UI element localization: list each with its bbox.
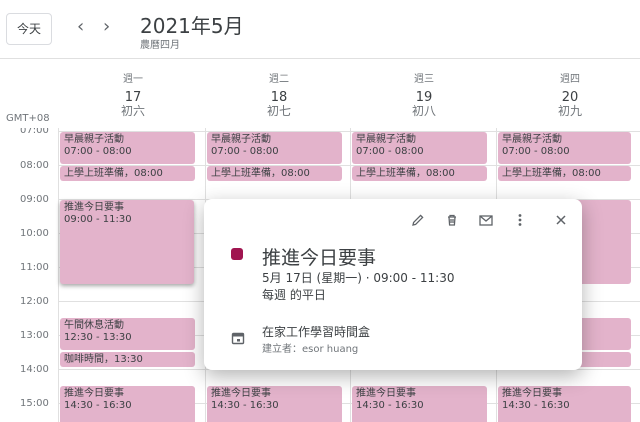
event-title: 推進今日要事 xyxy=(502,388,562,399)
event-early-activity[interactable]: 早晨親子活動 07:00 - 08:00 xyxy=(498,132,631,164)
day-header-mon[interactable]: 週一 17 初六 xyxy=(60,70,206,118)
day-number[interactable]: 17 xyxy=(60,91,206,104)
column-divider xyxy=(58,128,59,422)
event-title: 早晨親子活動 xyxy=(211,134,271,145)
event-promote-selected[interactable]: 推進今日要事 09:00 - 11:30 xyxy=(60,200,194,284)
lunar-date: 初七 xyxy=(266,104,291,118)
day-number[interactable]: 18 xyxy=(206,91,352,104)
event-title: 早晨親子活動 xyxy=(64,134,124,145)
event-time: 14:30 - 16:30 xyxy=(64,400,132,411)
chevron-right-icon[interactable]: › xyxy=(103,17,110,37)
event-time: 12:30 - 13:30 xyxy=(64,332,132,343)
event-time: 09:00 - 11:30 xyxy=(64,214,132,225)
event-time: 14:30 - 16:30 xyxy=(356,400,424,411)
event-color-swatch xyxy=(231,248,243,260)
event-afternoon[interactable]: 推進今日要事 14:30 - 16:30 xyxy=(207,386,342,422)
event-recurrence: 每週 的平日 xyxy=(262,288,326,302)
event-coffee[interactable]: 咖啡時間，13:30 xyxy=(60,352,195,367)
weekday-label: 週三 xyxy=(414,74,434,85)
day-number[interactable]: 19 xyxy=(351,91,497,104)
hour-label: 07:00 xyxy=(20,128,49,136)
weekday-label: 週二 xyxy=(269,74,289,85)
lunar-date: 初六 xyxy=(120,104,145,118)
toolbar: 今天 ‹ › 2021年5月 農曆四月 xyxy=(0,0,640,59)
event-title: 推進今日要事 xyxy=(211,388,271,399)
event-time: 07:00 - 08:00 xyxy=(356,146,424,157)
event-time: 14:30 - 16:30 xyxy=(211,400,279,411)
day-header-wed[interactable]: 週三 19 初八 xyxy=(351,70,497,118)
hour-label: 14:00 xyxy=(20,364,49,375)
event-early-activity[interactable]: 早晨親子活動 07:00 - 08:00 xyxy=(352,132,487,164)
event-title: 推進今日要事 xyxy=(356,388,416,399)
event-title: 推進今日要事 xyxy=(64,388,124,399)
today-button[interactable]: 今天 xyxy=(6,13,52,45)
event-prep[interactable]: 上學上班準備，08:00 xyxy=(207,166,342,181)
calendar-name: 在家工作學習時間盒 xyxy=(262,325,371,339)
hour-label: 08:00 xyxy=(20,160,49,171)
event-early-activity[interactable]: 早晨親子活動 07:00 - 08:00 xyxy=(207,132,342,164)
more-icon[interactable] xyxy=(512,212,528,228)
event-creator: 建立者：esor huang xyxy=(262,344,359,355)
lunar-date: 初九 xyxy=(557,104,582,118)
weekday-label: 週四 xyxy=(560,74,580,85)
event-time: 07:00 - 08:00 xyxy=(211,146,279,157)
event-prep[interactable]: 上學上班準備，08:00 xyxy=(498,166,631,181)
hour-label: 15:00 xyxy=(20,398,49,409)
delete-icon[interactable] xyxy=(444,212,460,228)
event-lunch[interactable]: 午間休息活動 12:30 - 13:30 xyxy=(60,318,195,350)
event-early-activity[interactable]: 早晨親子活動 07:00 - 08:00 xyxy=(60,132,195,164)
event-time: 14:30 - 16:30 xyxy=(502,400,570,411)
hour-label: 13:00 xyxy=(20,330,49,341)
event-time: 07:00 - 08:00 xyxy=(502,146,570,157)
page-title: 2021年5月 xyxy=(140,14,244,38)
chevron-left-icon[interactable]: ‹ xyxy=(77,17,84,37)
event-afternoon[interactable]: 推進今日要事 14:30 - 16:30 xyxy=(352,386,487,422)
event-title: 早晨親子活動 xyxy=(502,134,562,145)
hour-label: 12:00 xyxy=(20,296,49,307)
event-datetime: 5月 17日 (星期一) · 09:00 - 11:30 xyxy=(262,271,455,285)
day-header-thu[interactable]: 週四 20 初九 xyxy=(497,70,640,118)
lunar-month: 農曆四月 xyxy=(140,40,180,51)
hour-label: 10:00 xyxy=(20,228,49,239)
edit-icon[interactable] xyxy=(410,212,426,228)
event-title: 午間休息活動 xyxy=(64,320,124,331)
event-afternoon[interactable]: 推進今日要事 14:30 - 16:30 xyxy=(498,386,631,422)
calendar-icon xyxy=(231,330,245,345)
event-prep[interactable]: 上學上班準備，08:00 xyxy=(60,166,195,181)
event-prep[interactable]: 上學上班準備，08:00 xyxy=(352,166,487,181)
hour-label: 09:00 xyxy=(20,194,49,205)
event-time: 07:00 - 08:00 xyxy=(64,146,132,157)
lunar-date: 初八 xyxy=(411,104,436,118)
weekday-label: 週一 xyxy=(123,74,143,85)
event-afternoon[interactable]: 推進今日要事 14:30 - 16:30 xyxy=(60,386,195,422)
event-title: 早晨親子活動 xyxy=(356,134,416,145)
event-title: 推進今日要事 xyxy=(262,247,377,269)
day-number[interactable]: 20 xyxy=(497,91,640,104)
event-detail-popup: 推進今日要事 5月 17日 (星期一) · 09:00 - 11:30 每週 的… xyxy=(204,199,582,370)
hour-label: 11:00 xyxy=(20,262,49,273)
event-title: 推進今日要事 xyxy=(64,202,124,213)
timezone-label: GMT+08 xyxy=(6,113,50,124)
email-icon[interactable] xyxy=(478,212,494,228)
close-icon[interactable] xyxy=(553,212,569,228)
day-header-tue[interactable]: 週二 18 初七 xyxy=(206,70,352,118)
